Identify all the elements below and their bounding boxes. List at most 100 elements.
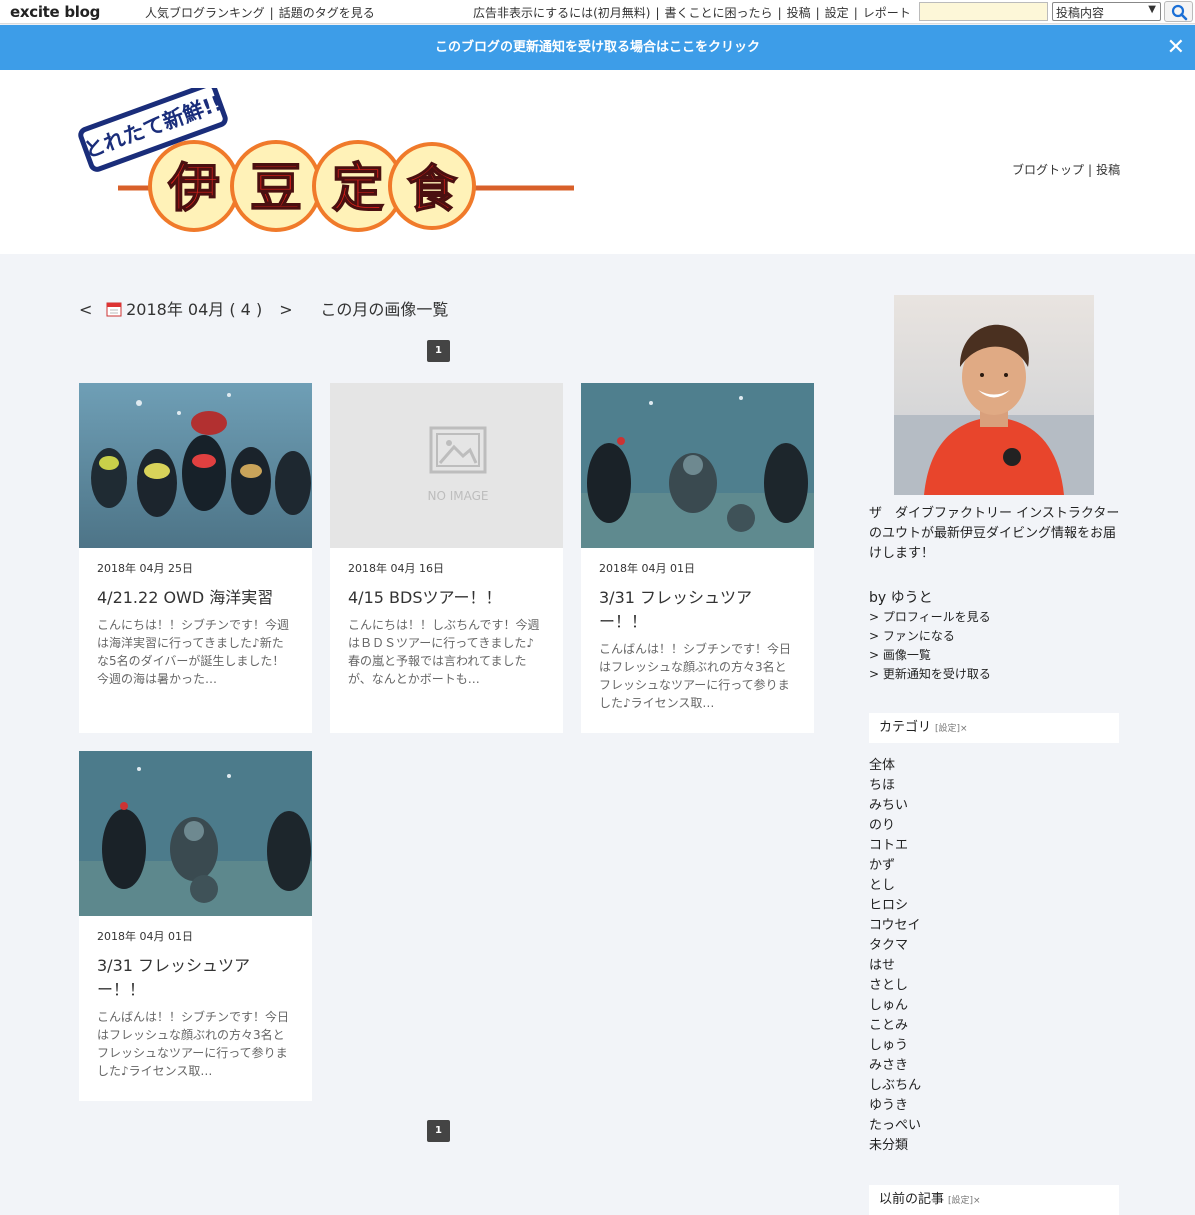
link-report[interactable]: レポート (863, 6, 911, 20)
separator: | (853, 6, 858, 20)
post-excerpt: こんばんは！！シブチンです！今日はフレッシュな顔ぶれの方々3名とフレッシュなツア… (599, 642, 792, 710)
excite-topbar: excite blog 人気ブログランキング | 話題のタグを見る 広告非表示にする… (0, 0, 1195, 24)
blog-title-banner[interactable]: とれたて新鮮!! 伊 豆 定 食 (76, 88, 586, 238)
separator: | (777, 6, 782, 20)
link-subscribe-updates[interactable]: > 更新通知を受け取る (869, 665, 991, 684)
post-thumbnail[interactable]: NO IMAGE (330, 383, 563, 548)
chevron-down-icon: ▼ (1148, 4, 1156, 15)
link-become-fan[interactable]: > ファンになる (869, 627, 991, 646)
banner-char-3: 定 (332, 159, 384, 219)
post-card[interactable]: NO IMAGE 2018年 04月 16日 4/15 BDSツアー！！ こんに… (330, 383, 563, 733)
banner-char-4: 食 (407, 160, 458, 218)
blog-header: とれたて新鮮!! 伊 豆 定 食 ブログトップ | 投稿 (0, 70, 1195, 254)
topbar-left-links: 人気ブログランキング | 話題のタグを見る (145, 4, 375, 21)
link-writing-help[interactable]: 書くことに困ったら (665, 6, 773, 20)
link-ad-free[interactable]: 広告非表示にするには(初月無料) (473, 6, 651, 20)
post-thumbnail[interactable] (79, 751, 312, 916)
notification-text[interactable]: このブログの更新通知を受け取る場合はここをクリック (435, 40, 760, 55)
post-date: 2018年 04月 01日 (97, 930, 193, 943)
category-item[interactable]: タクマ (869, 936, 921, 956)
post-card[interactable]: 2018年 04月 01日 3/31 フレッシュツアー！！ こんばんは！！シブチ… (581, 383, 814, 733)
post-excerpt: こんにちは！！シブチンです！今週は海洋実習に行ってきました♪新たな5名のダイバー… (97, 618, 290, 686)
category-item[interactable]: ことみ (869, 1016, 921, 1036)
header-nav: ブログトップ | 投稿 (1012, 161, 1120, 178)
category-item[interactable]: ゆうき (869, 1096, 921, 1116)
category-item[interactable]: コウセイ (869, 916, 921, 936)
link-image-list[interactable]: > 画像一覧 (869, 646, 991, 665)
pagination-current-top[interactable]: 1 (427, 340, 450, 362)
category-title: カテゴリ (879, 720, 932, 735)
banner-char-2: 豆 (250, 159, 302, 219)
month-navigation: < 2018年 04月 ( 4 ) > この月の画像一覧 (79, 296, 448, 320)
category-item[interactable]: ヒロシ (869, 896, 921, 916)
next-month-link[interactable]: > (279, 300, 301, 319)
update-notification-bar[interactable]: このブログの更新通知を受け取る場合はここをクリック ✕ (0, 25, 1195, 70)
category-item[interactable]: とし (869, 876, 921, 896)
link-ranking[interactable]: 人気ブログランキング (145, 6, 265, 20)
link-tags[interactable]: 話題のタグを見る (279, 6, 375, 20)
category-item[interactable]: のり (869, 816, 921, 836)
search-button[interactable] (1164, 1, 1193, 22)
category-item[interactable]: しぶちん (869, 1076, 921, 1096)
category-item[interactable]: コトエ (869, 836, 921, 856)
category-settings-link[interactable]: [設定]× (935, 724, 968, 734)
blog-description: ザ ダイブファクトリー インストラクターのユウトが最新伊豆ダイビング情報をお届け… (869, 506, 1120, 561)
close-icon[interactable]: ✕ (1167, 25, 1185, 70)
link-view-profile[interactable]: > プロフィールを見る (869, 608, 991, 627)
post-excerpt: こんにちは！！しぶちんです！今週はＢＤＳツアーに行ってきました♪春の嵐と予報では… (348, 618, 540, 686)
separator: | (655, 6, 660, 20)
post-title[interactable]: 3/31 フレッシュツアー！！ (97, 954, 294, 1002)
category-item[interactable]: はせ (869, 956, 921, 976)
calendar-icon (106, 302, 122, 317)
category-item[interactable]: みさき (869, 1056, 921, 1076)
no-image-placeholder-icon: NO IMAGE (427, 426, 489, 503)
link-blog-top[interactable]: ブログトップ (1012, 163, 1084, 177)
category-item[interactable]: 全体 (869, 756, 921, 776)
profile-avatar[interactable] (894, 295, 1094, 495)
profile-links: > プロフィールを見る > ファンになる > 画像一覧 > 更新通知を受け取る (869, 608, 991, 684)
post-title[interactable]: 4/21.22 OWD 海洋実習 (97, 586, 294, 610)
search-icon (1171, 4, 1188, 21)
post-card[interactable]: 2018年 04月 01日 3/31 フレッシュツアー！！ こんばんは！！シブチ… (79, 751, 312, 1101)
author-name: by ゆうと (869, 590, 933, 606)
topbar-right-links: 広告非表示にするには(初月無料) | 書くことに困ったら | 投稿 | 設定 | レポート (473, 4, 911, 21)
current-month-label[interactable]: 2018年 04月 ( 4 ) (126, 300, 262, 319)
post-thumbnail[interactable] (581, 383, 814, 548)
post-title[interactable]: 3/31 フレッシュツアー！！ (599, 586, 796, 634)
post-title[interactable]: 4/15 BDSツアー！！ (348, 586, 545, 610)
post-date: 2018年 04月 16日 (348, 562, 444, 575)
search-scope-value: 投稿内容 (1056, 6, 1105, 20)
logo-text: excite blog (10, 3, 101, 21)
archive-header: 以前の記事 [設定]× (869, 1185, 1119, 1215)
diving-photo (79, 751, 312, 916)
separator: | (269, 6, 274, 20)
link-post-header[interactable]: 投稿 (1096, 163, 1120, 177)
post-date: 2018年 04月 25日 (97, 562, 193, 575)
link-post[interactable]: 投稿 (787, 6, 811, 20)
diving-photo (79, 383, 312, 548)
post-thumbnail[interactable] (79, 383, 312, 548)
category-item[interactable]: みちい (869, 796, 921, 816)
prev-month-link[interactable]: < (79, 300, 101, 319)
category-item[interactable]: かず (869, 856, 921, 876)
month-image-list-link[interactable]: この月の画像一覧 (320, 300, 448, 319)
post-excerpt: こんばんは！！シブチンです！今日はフレッシュな顔ぶれの方々3名とフレッシュなツア… (97, 1010, 290, 1078)
archive-settings-link[interactable]: [設定]× (948, 1196, 981, 1206)
banner-char-1: 伊 (167, 159, 220, 219)
category-item[interactable]: ちほ (869, 776, 921, 796)
search-input[interactable] (919, 2, 1048, 21)
profile-photo (894, 295, 1094, 495)
pagination-current-bottom[interactable]: 1 (427, 1120, 450, 1142)
category-item[interactable]: 未分類 (869, 1136, 921, 1156)
separator: | (1088, 163, 1093, 177)
no-image-label: NO IMAGE (427, 489, 488, 503)
category-item[interactable]: しゅん (869, 996, 921, 1016)
category-item[interactable]: しゅう (869, 1036, 921, 1056)
post-card[interactable]: 2018年 04月 25日 4/21.22 OWD 海洋実習 こんにちは！！シブ… (79, 383, 312, 733)
excite-blog-logo[interactable]: excite blog (10, 3, 100, 21)
category-item[interactable]: さとし (869, 976, 921, 996)
category-item[interactable]: たっぺい (869, 1116, 921, 1136)
link-settings[interactable]: 設定 (825, 6, 849, 20)
diving-photo (581, 383, 814, 548)
search-scope-select[interactable]: 投稿内容 ▼ (1052, 2, 1161, 21)
